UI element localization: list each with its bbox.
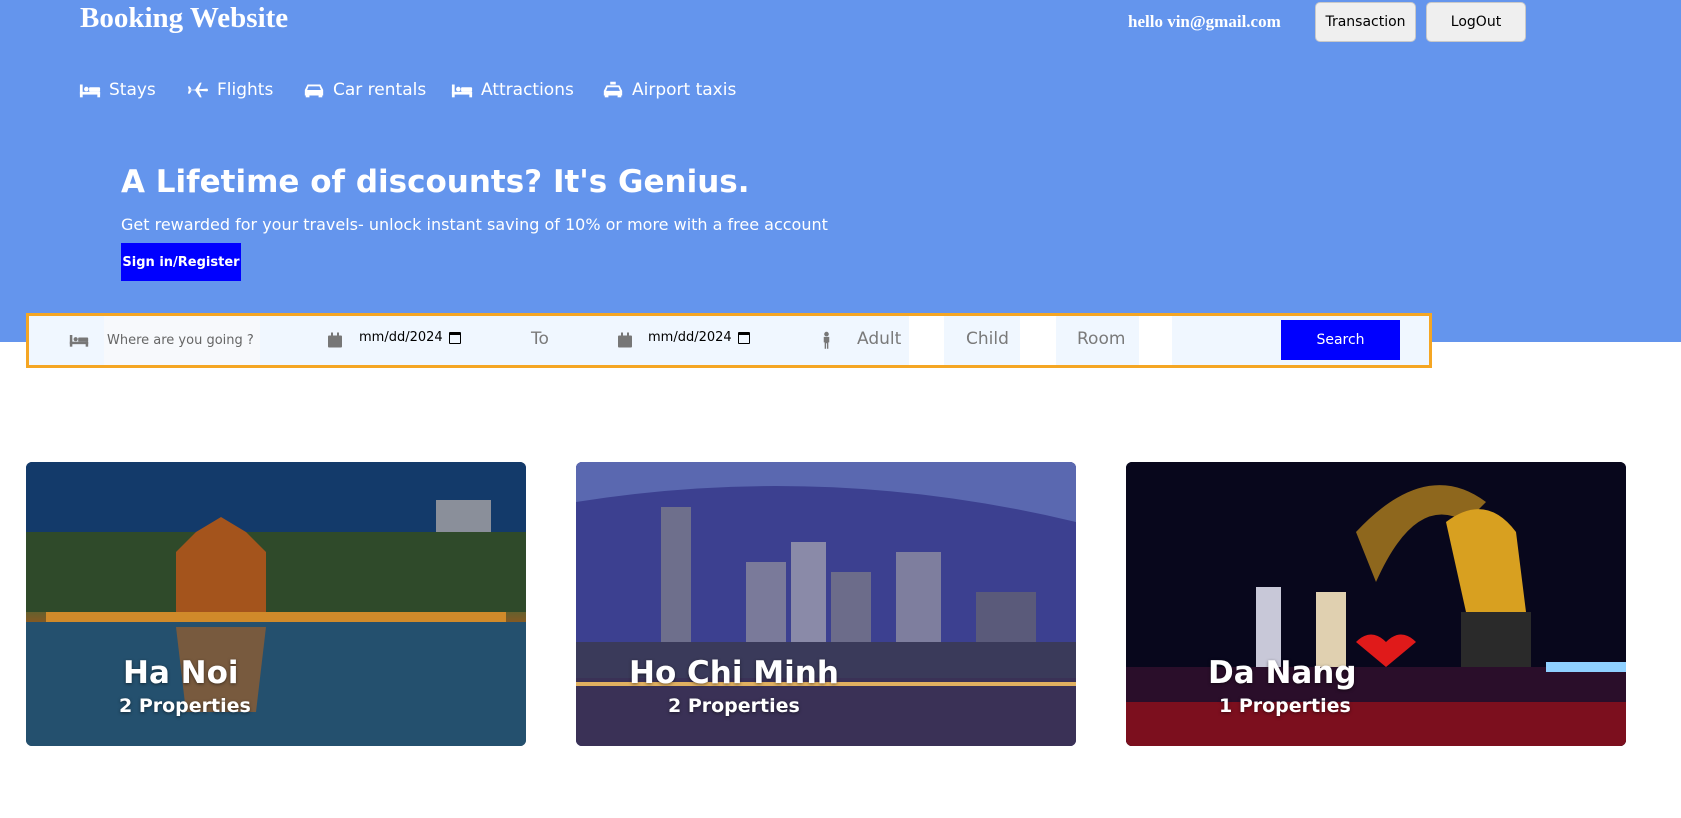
sign-in-register-button[interactable]: Sign in/Register: [121, 243, 241, 281]
end-date-value: mm/dd/2024: [648, 330, 732, 345]
nav-item-label: Car rentals: [333, 80, 427, 100]
nav-item-attractions[interactable]: Attractions: [451, 78, 574, 102]
nav-item-car-rentals[interactable]: Car rentals: [303, 78, 426, 102]
city-card-ha-noi[interactable]: Ha Noi 2 Properties: [26, 462, 526, 746]
end-date-input[interactable]: mm/dd/2024: [648, 330, 750, 345]
bed-icon: [69, 335, 89, 347]
city-name: Ha Noi: [123, 655, 239, 691]
room-field-spacer: [1139, 316, 1172, 365]
taxi-icon: [603, 81, 623, 98]
city-properties-count: 2 Properties: [668, 695, 800, 717]
hero-headline: A Lifetime of discounts? It's Genius.: [121, 164, 750, 200]
nav-item-label: Flights: [217, 80, 274, 100]
person-icon: [823, 331, 830, 349]
search-bar: Where are you going ? mm/dd/2024 To mm/d…: [26, 313, 1432, 368]
city-properties-count: 2 Properties: [119, 695, 251, 717]
hero-banner: Booking Website hello vin@gmail.com Tran…: [0, 0, 1681, 342]
adult-field-spacer: [909, 316, 944, 365]
calendar-picker-icon[interactable]: [448, 331, 461, 344]
bed-icon: [79, 84, 101, 98]
bed-icon: [451, 84, 473, 98]
brand-logo[interactable]: Booking Website: [80, 2, 288, 35]
room-input[interactable]: Room: [1077, 329, 1125, 349]
nav-item-label: Attractions: [481, 80, 574, 100]
nav-item-stays[interactable]: Stays: [79, 78, 156, 102]
start-date-input[interactable]: mm/dd/2024: [359, 330, 461, 345]
to-label: To: [531, 329, 549, 349]
city-card-ho-chi-minh[interactable]: Ho Chi Minh 2 Properties: [576, 462, 1076, 746]
hero-subline: Get rewarded for your travels- unlock in…: [121, 215, 828, 234]
child-input[interactable]: Child: [966, 329, 1009, 349]
plane-icon: [187, 82, 209, 98]
adult-input[interactable]: Adult: [857, 329, 901, 349]
start-date-value: mm/dd/2024: [359, 330, 443, 345]
calendar-icon: [618, 332, 632, 348]
city-name: Ho Chi Minh: [629, 655, 839, 691]
nav-item-label: Stays: [109, 80, 156, 100]
city-name: Da Nang: [1208, 655, 1357, 691]
calendar-icon: [328, 332, 342, 348]
transaction-button[interactable]: Transaction: [1315, 2, 1416, 42]
nav-item-flights[interactable]: Flights: [187, 78, 273, 102]
da-nang-image: [1126, 462, 1626, 746]
nav-item-airport-taxis[interactable]: Airport taxis: [602, 78, 736, 102]
search-button[interactable]: Search: [1281, 320, 1400, 360]
calendar-picker-icon[interactable]: [737, 331, 750, 344]
destination-input[interactable]: Where are you going ?: [104, 316, 260, 365]
city-card-da-nang[interactable]: Da Nang 1 Properties: [1126, 462, 1626, 746]
nav-item-label: Airport taxis: [632, 80, 737, 100]
child-field-spacer: [1020, 316, 1056, 365]
ho-chi-minh-image: [576, 462, 1076, 746]
city-properties-count: 1 Properties: [1219, 695, 1351, 717]
ha-noi-image: [26, 462, 526, 746]
car-icon: [304, 84, 324, 98]
user-greeting: hello vin@gmail.com: [1128, 12, 1281, 31]
logout-button[interactable]: LogOut: [1426, 2, 1526, 42]
